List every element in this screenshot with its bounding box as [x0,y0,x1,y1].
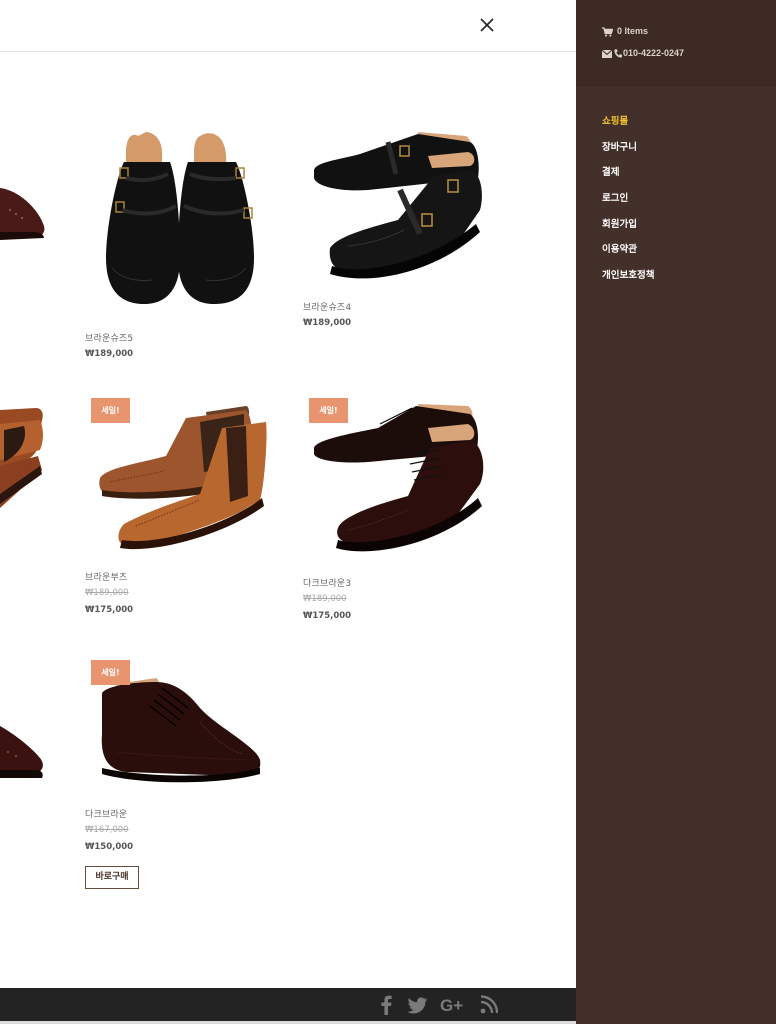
product-old-price: ₩189,000 [85,588,129,598]
cart-count: 0 Items [617,26,649,36]
mail-icon [601,49,613,58]
phone-number: 010-4222-0247 [623,48,685,58]
product-price: ₩189,000 [303,318,352,328]
close-icon[interactable] [476,14,498,36]
menu-item-login[interactable]: 로그인 [602,190,628,204]
product-image-brown-shoes-5[interactable] [96,118,272,314]
product-image-partial-1[interactable] [0,180,48,250]
sale-badge: 세일! [309,398,348,423]
product-price: ₩175,000 [85,605,134,615]
phone-icon [614,49,622,58]
product-name[interactable]: 다크브라운3 [303,576,351,589]
product-old-price: ₩167,000 [85,825,129,835]
sale-badge: 세일! [91,398,130,423]
sale-badge: 세일! [91,660,130,685]
sidebar: 0 Items 010-4222-0247 쇼핑몰 장바구니 결제 로그인 회원… [576,0,776,1024]
menu-item-checkout[interactable]: 결제 [602,164,619,178]
menu-item-shop[interactable]: 쇼핑몰 [602,113,628,127]
menu-item-cart[interactable]: 장바구니 [602,139,637,153]
product-name[interactable]: 브라운부츠 [85,570,127,583]
cart-link[interactable]: 0 Items [602,26,648,37]
buy-now-button[interactable]: 바로구매 [85,866,139,889]
product-price: ₩189,000 [85,349,134,359]
cart-icon [602,27,614,37]
facebook-icon[interactable] [380,995,392,1015]
product-name[interactable]: 다크브라운 [85,807,127,820]
sidebar-header [576,0,776,86]
product-name[interactable]: 브라운슈즈4 [303,300,351,313]
product-price: ₩175,000 [303,611,352,621]
product-price: ₩150,000 [85,842,134,852]
product-image-partial-2[interactable] [0,400,48,510]
svg-text:G+: G+ [440,996,463,1015]
top-bar [0,0,576,52]
contact-info[interactable]: 010-4222-0247 [601,48,685,58]
product-name[interactable]: 브라운슈즈5 [85,331,133,344]
shop-page: 브라운슈즈5 ₩189,000 브라운슈즈4 ₩189,000 세일! 브라운부… [0,0,576,1024]
rss-icon[interactable] [480,995,498,1015]
product-old-price: ₩189,000 [303,594,347,604]
product-image-brown-shoes-4[interactable] [308,124,488,290]
menu-item-terms[interactable]: 이용약관 [602,241,637,255]
menu-item-privacy[interactable]: 개인보호정책 [602,267,654,281]
product-image-partial-3[interactable] [0,716,48,786]
twitter-icon[interactable] [408,995,428,1015]
menu-item-signup[interactable]: 회원가입 [602,216,637,230]
google-plus-icon[interactable]: G+ [440,995,468,1015]
